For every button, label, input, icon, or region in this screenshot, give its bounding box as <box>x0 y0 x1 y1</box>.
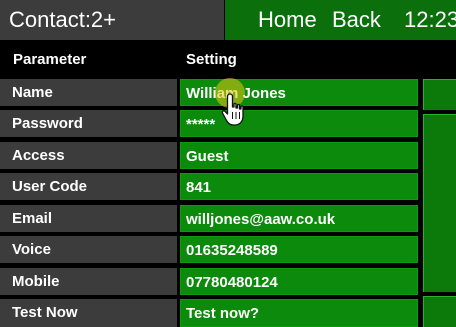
field-user-code[interactable]: 841 <box>180 173 418 200</box>
scroll-track[interactable] <box>423 114 456 292</box>
field-test-now[interactable]: Test now? <box>180 299 418 327</box>
field-password[interactable]: ***** <box>180 110 418 137</box>
row-label-email: Email <box>0 205 177 232</box>
column-header-parameter: Parameter <box>13 51 87 68</box>
title-bar: Contact:2+ Home Back 12:23 <box>0 0 456 40</box>
column-header-setting: Setting <box>186 51 237 68</box>
hand-pointer-icon <box>221 93 244 126</box>
field-voice[interactable]: 01635248589 <box>180 236 418 263</box>
row-label-voice: Voice <box>0 236 177 263</box>
field-access[interactable]: Guest <box>180 142 418 169</box>
back-button[interactable]: Back <box>332 0 381 40</box>
row-label-test-now: Test Now <box>0 299 177 327</box>
scroll-up-button[interactable] <box>423 79 456 110</box>
header-nav: Home Back 12:23 <box>225 0 456 40</box>
row-label-user-code: User Code <box>0 173 177 200</box>
home-button[interactable]: Home <box>258 0 317 40</box>
clock-time: 12:23 <box>404 7 456 32</box>
row-label-password: Password <box>0 110 177 137</box>
field-email[interactable]: willjones@aaw.co.uk <box>180 205 418 232</box>
field-mobile[interactable]: 07780480124 <box>180 268 418 295</box>
scroll-down-button[interactable] <box>423 296 456 327</box>
row-label-access: Access <box>0 142 177 169</box>
page-title: Contact:2+ <box>0 0 224 40</box>
row-label-name: Name <box>0 79 177 106</box>
row-label-mobile: Mobile <box>0 268 177 295</box>
